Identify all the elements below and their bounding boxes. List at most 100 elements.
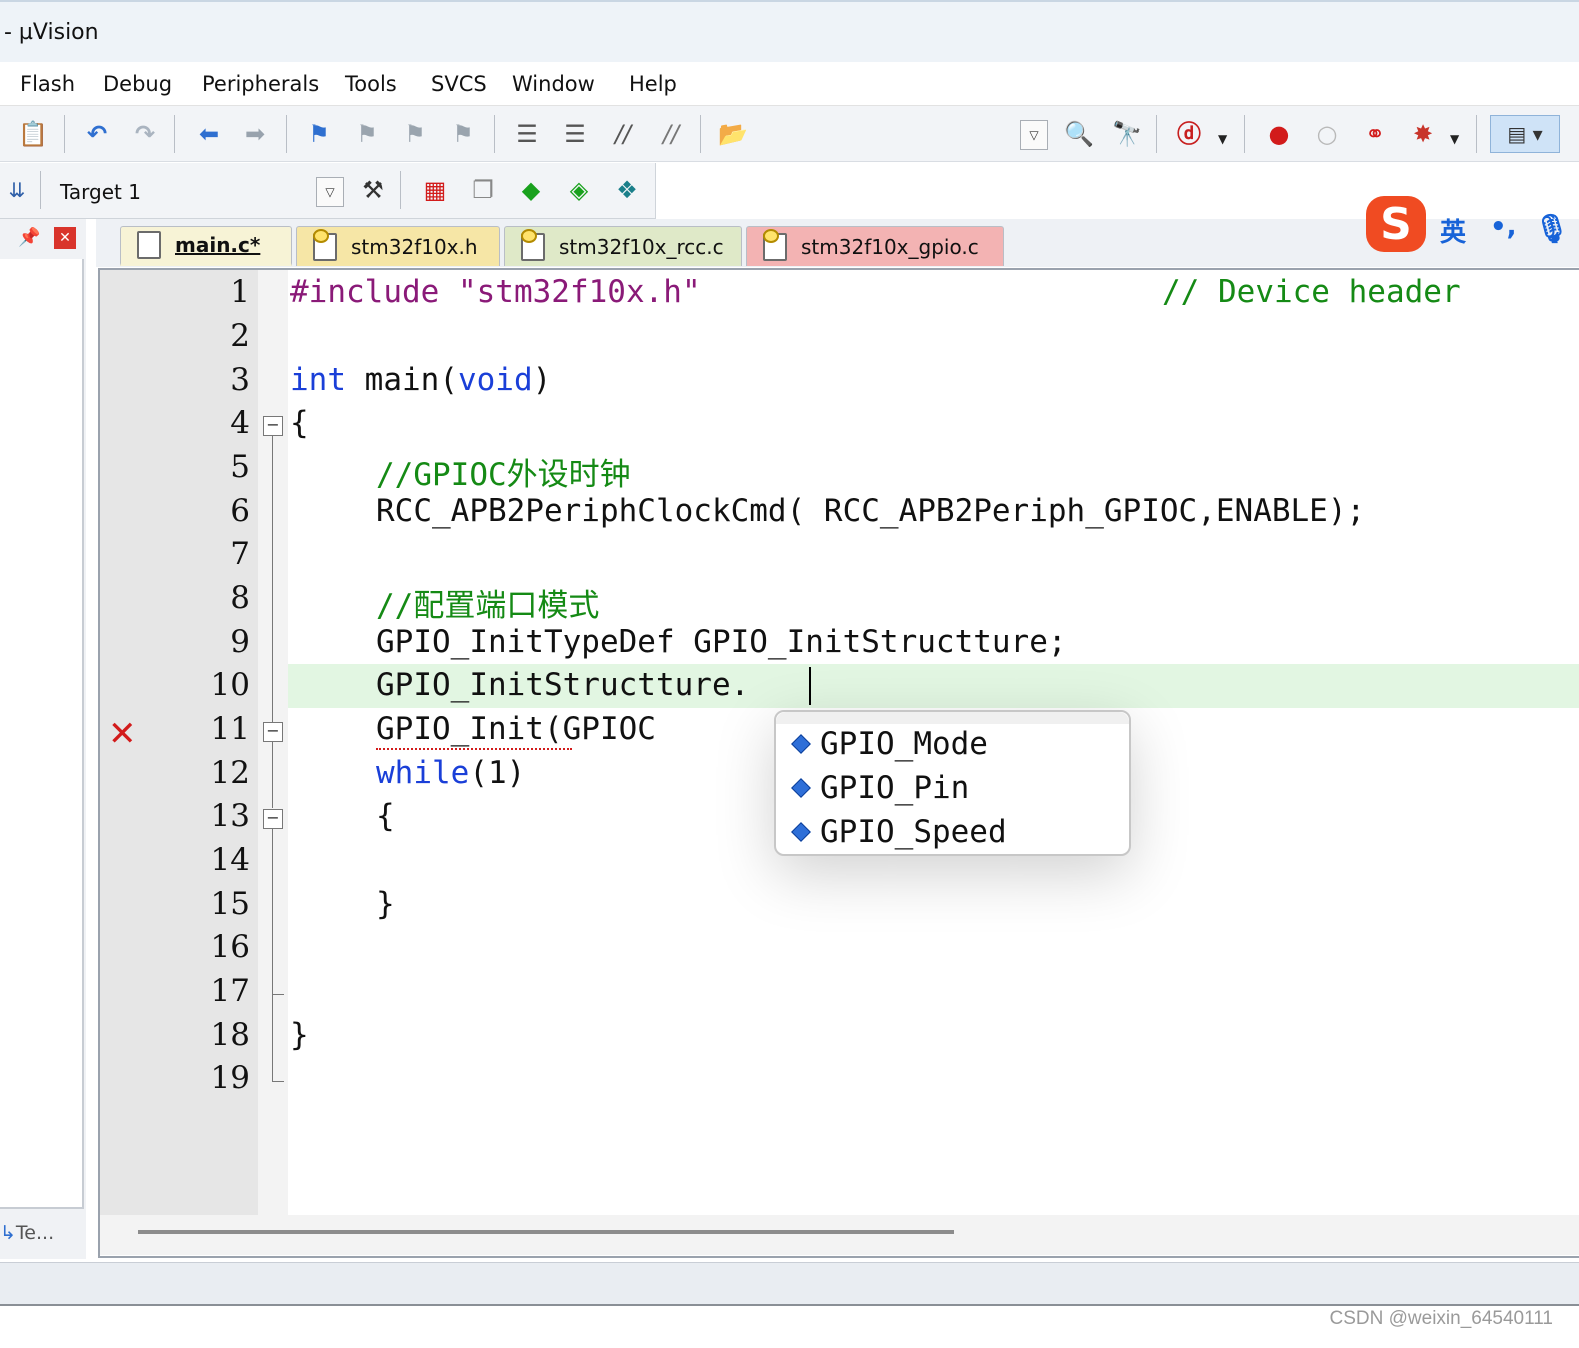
toolbar-separator bbox=[174, 115, 175, 153]
fold-toggle-icon[interactable]: − bbox=[263, 722, 283, 742]
text-caret bbox=[809, 667, 811, 705]
watermark: CSDN @weixin_64540111 bbox=[1329, 1308, 1553, 1329]
menu-window[interactable]: Window bbox=[512, 72, 595, 96]
code-line-8: //配置端口模式 bbox=[376, 588, 600, 624]
readonly-file-icon bbox=[313, 228, 337, 261]
debug-icon[interactable]: ⓓ bbox=[1172, 117, 1206, 151]
find-in-files-icon[interactable]: 🔍 bbox=[1062, 117, 1096, 151]
bookmark-icon[interactable]: ⚑ bbox=[302, 117, 336, 151]
error-squiggle bbox=[376, 746, 572, 750]
condition: (1) bbox=[469, 755, 526, 791]
unindent-icon[interactable]: ☰ bbox=[558, 117, 592, 151]
menu-help[interactable]: Help bbox=[629, 72, 677, 96]
target-dropdown[interactable]: ▽ bbox=[316, 177, 344, 207]
breakpoint-icon[interactable]: ● bbox=[1262, 117, 1296, 151]
paren: ) bbox=[532, 362, 552, 398]
debug-dropdown-icon[interactable]: ▼ bbox=[1218, 132, 1227, 146]
window-layout-icon[interactable]: ▤ ▾ bbox=[1490, 115, 1560, 153]
redo-icon[interactable]: ↷ bbox=[128, 117, 162, 151]
line-number: 14 bbox=[210, 842, 250, 878]
code-line-3: int main(void) bbox=[290, 362, 551, 398]
breakpoints-icon[interactable]: ✸ bbox=[1406, 117, 1440, 151]
fold-toggle-icon[interactable]: − bbox=[263, 416, 283, 436]
menu-debug[interactable]: Debug bbox=[103, 72, 172, 96]
breakpoint-disable-icon[interactable]: ○ bbox=[1310, 117, 1344, 151]
breakpoint-kill-icon[interactable]: ⚭ bbox=[1358, 117, 1392, 151]
scrollbar-thumb[interactable] bbox=[138, 1230, 954, 1234]
line-number: 15 bbox=[210, 886, 250, 922]
toolbar-separator bbox=[494, 115, 495, 153]
function-name: main( bbox=[346, 362, 458, 398]
sogou-logo-icon[interactable]: S bbox=[1366, 196, 1426, 252]
pin-icon[interactable]: 📌 bbox=[18, 227, 40, 248]
uncomment-icon[interactable]: // bbox=[654, 117, 688, 151]
line-number: 1 bbox=[230, 274, 250, 310]
member-icon bbox=[791, 778, 811, 798]
line-number: 16 bbox=[210, 929, 250, 965]
nav-forward-icon[interactable]: ➡ bbox=[238, 117, 272, 151]
ime-punct-toggle[interactable]: •, bbox=[1490, 212, 1517, 242]
tab-stm32f10x-h[interactable]: stm32f10x.h bbox=[296, 226, 500, 266]
bookmark-clear-icon[interactable]: ⚑ bbox=[446, 117, 480, 151]
code-comment-device-header: // Device header bbox=[1162, 274, 1461, 310]
error-marker-icon[interactable]: ✕ bbox=[108, 714, 137, 754]
line-number: 10 bbox=[210, 667, 250, 703]
run-time-env-icon[interactable]: ❐ bbox=[466, 173, 500, 207]
open-folder-icon[interactable]: 📂 bbox=[716, 117, 750, 151]
completion-item[interactable]: GPIO_Pin bbox=[790, 770, 969, 806]
software-packs-icon[interactable]: ❖ bbox=[610, 173, 644, 207]
member-icon bbox=[791, 822, 811, 842]
line-number: 7 bbox=[230, 536, 250, 572]
toolbar-separator bbox=[400, 171, 401, 209]
find-combo-dropdown[interactable]: ▽ bbox=[1020, 120, 1048, 150]
toolbar-separator bbox=[1476, 115, 1477, 153]
load-icon[interactable]: ⇊ bbox=[0, 173, 34, 207]
tab-main-c[interactable]: main.c* bbox=[120, 226, 292, 266]
menu-tools[interactable]: Tools bbox=[345, 72, 397, 96]
code-line-10: GPIO_InitStructture. bbox=[376, 667, 750, 703]
nav-back-icon[interactable]: ⬅ bbox=[192, 117, 226, 151]
tab-stm32f10x-gpio-c[interactable]: stm32f10x_gpio.c bbox=[746, 226, 1004, 266]
fold-end-mark bbox=[272, 1081, 284, 1082]
fold-toggle-icon[interactable]: − bbox=[263, 809, 283, 829]
target-select[interactable]: Target 1 bbox=[60, 180, 141, 204]
keyword: while bbox=[376, 755, 470, 791]
title-bar: - µVision bbox=[0, 0, 1579, 62]
panel-tab-templates[interactable]: ↳Te... bbox=[0, 1222, 54, 1244]
line-number: 19 bbox=[210, 1060, 250, 1096]
autocomplete-popup: GPIO_Mode GPIO_Pin GPIO_Speed bbox=[774, 710, 1131, 856]
ime-language-toggle[interactable]: 英 bbox=[1440, 212, 1466, 249]
indent-icon[interactable]: ☰ bbox=[510, 117, 544, 151]
code-line-1: #include "stm32f10x.h" bbox=[290, 274, 701, 310]
completion-item[interactable]: GPIO_Speed bbox=[790, 814, 1007, 850]
menu-peripherals[interactable]: Peripherals bbox=[202, 72, 319, 96]
horizontal-scrollbar[interactable] bbox=[100, 1215, 1579, 1255]
breakpoints-dropdown-icon[interactable]: ▼ bbox=[1450, 132, 1459, 146]
manage-project-icon[interactable]: ▦ bbox=[418, 173, 452, 207]
bookmark-next-icon[interactable]: ⚑ bbox=[398, 117, 432, 151]
completion-label: GPIO_Speed bbox=[820, 814, 1007, 850]
bookmark-prev-icon[interactable]: ⚑ bbox=[350, 117, 384, 151]
select-packs-icon[interactable]: ◈ bbox=[562, 173, 596, 207]
keyword: int bbox=[290, 362, 346, 398]
code-line-12: while(1) bbox=[376, 755, 525, 791]
project-panel: 📌 ✕ bbox=[0, 219, 86, 1259]
undo-icon[interactable]: ↶ bbox=[80, 117, 114, 151]
menu-flash[interactable]: Flash bbox=[20, 72, 75, 96]
line-number: 4 bbox=[230, 405, 250, 441]
fold-end-mark bbox=[272, 994, 284, 995]
pack-installer-icon[interactable]: ◆ bbox=[514, 173, 548, 207]
tab-stm32f10x-rcc-c[interactable]: stm32f10x_rcc.c bbox=[504, 226, 742, 266]
close-panel-icon[interactable]: ✕ bbox=[54, 227, 76, 249]
completion-label: GPIO_Pin bbox=[820, 770, 970, 806]
code-line-6: RCC_APB2PeriphClockCmd( RCC_APB2Periph_G… bbox=[376, 493, 1366, 529]
comment-icon[interactable]: // bbox=[606, 117, 640, 151]
project-tree bbox=[0, 259, 84, 1209]
find-icon[interactable]: 🔭 bbox=[1110, 117, 1144, 151]
paste-icon[interactable]: 📋 bbox=[16, 117, 50, 151]
completion-item[interactable]: GPIO_Mode bbox=[790, 726, 988, 762]
microphone-icon[interactable]: 🎙 bbox=[1534, 212, 1570, 245]
target-options-icon[interactable]: ⚒ bbox=[356, 173, 390, 207]
panel-tab-label: Te... bbox=[15, 1222, 55, 1244]
menu-svcs[interactable]: SVCS bbox=[431, 72, 487, 96]
